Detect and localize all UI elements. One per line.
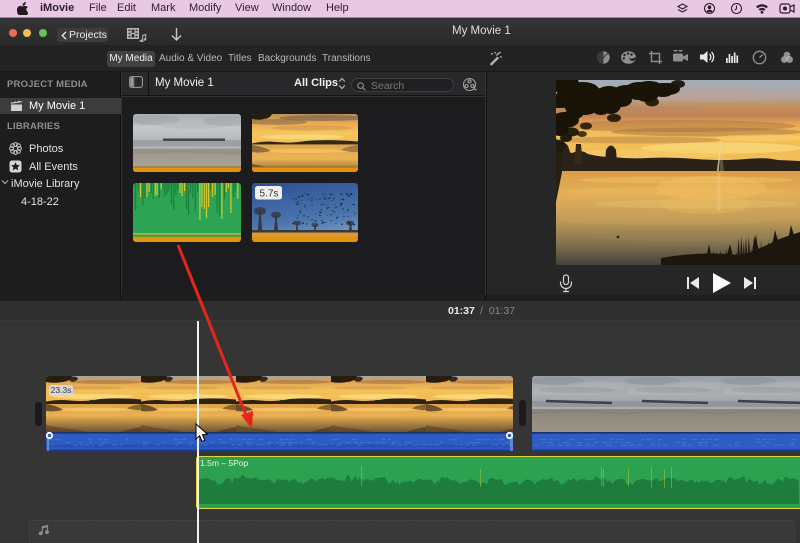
- svg-text:5.7s: 5.7s: [260, 189, 279, 200]
